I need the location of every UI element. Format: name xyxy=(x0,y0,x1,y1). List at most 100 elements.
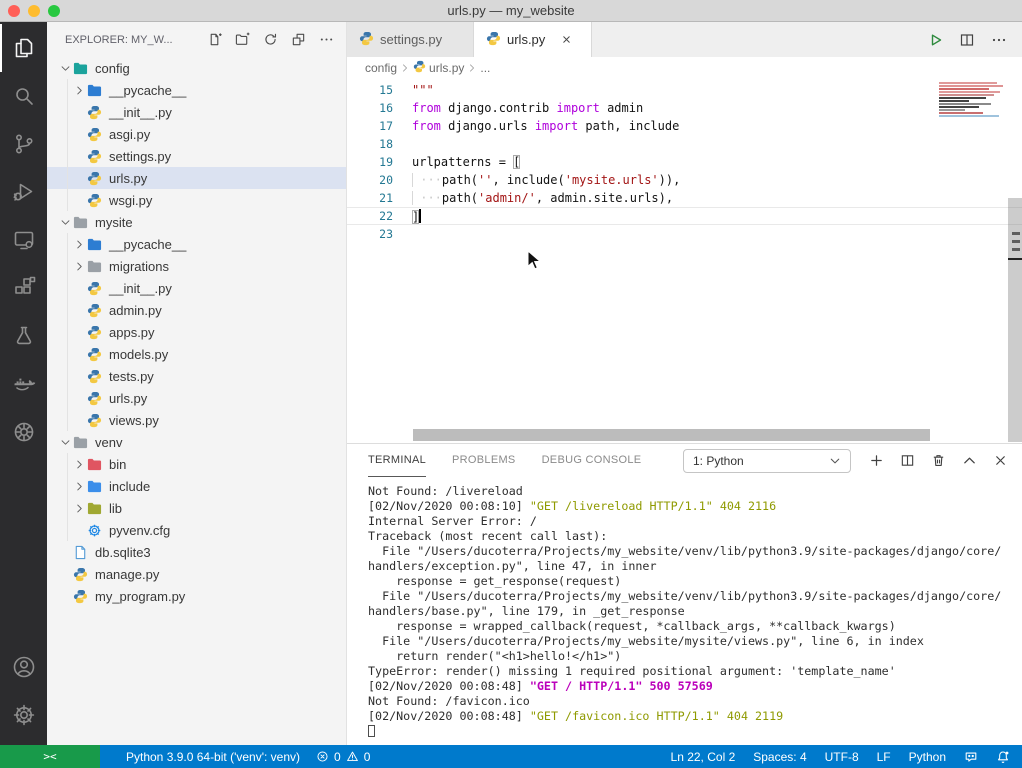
bell-icon[interactable] xyxy=(996,750,1010,764)
tree-item-lib[interactable]: lib xyxy=(47,497,346,519)
breadcrumb-item[interactable]: ... xyxy=(480,61,490,75)
refresh-icon[interactable] xyxy=(263,32,278,47)
error-icon xyxy=(316,750,329,763)
tree-item-settings.py[interactable]: settings.py xyxy=(47,145,346,167)
tree-item-__init__.py[interactable]: __init__.py xyxy=(47,277,346,299)
split-editor-icon[interactable] xyxy=(959,32,975,48)
tree-item-admin.py[interactable]: admin.py xyxy=(47,299,346,321)
code-line[interactable]: 20 ···path('', include('mysite.urls')), xyxy=(347,171,1022,189)
more-actions-icon[interactable] xyxy=(991,32,1007,48)
code-line[interactable]: 15""" xyxy=(347,81,1022,99)
new-file-icon[interactable] xyxy=(207,32,222,47)
tree-item-urls.py[interactable]: urls.py xyxy=(47,167,346,189)
tree-item-__pycache__[interactable]: __pycache__ xyxy=(47,79,346,101)
maximize-panel-icon[interactable] xyxy=(962,453,977,468)
tree-item-migrations[interactable]: migrations xyxy=(47,255,346,277)
tree-item-mysite[interactable]: mysite xyxy=(47,211,346,233)
tree-item-urls.py[interactable]: urls.py xyxy=(47,387,346,409)
activity-docker[interactable] xyxy=(0,360,47,408)
code-editor[interactable]: 15"""16from django.contrib import admin1… xyxy=(347,79,1022,443)
python-interpreter[interactable]: Python 3.9.0 64-bit ('venv': venv) xyxy=(126,750,300,764)
activity-source-control[interactable] xyxy=(0,120,47,168)
minimap[interactable] xyxy=(939,82,1005,118)
tree-item-db.sqlite3[interactable]: db.sqlite3 xyxy=(47,541,346,563)
breadcrumb-item[interactable]: config xyxy=(365,61,397,75)
split-terminal-icon[interactable] xyxy=(900,453,915,468)
terminal-output[interactable]: Not Found: /livereload[02/Nov/2020 00:08… xyxy=(347,477,1022,745)
activity-explorer[interactable] xyxy=(0,24,47,72)
terminal-shell-select[interactable]: 1: Python xyxy=(683,449,851,473)
tree-item-apps.py[interactable]: apps.py xyxy=(47,321,346,343)
code-line[interactable]: 21 ···path('admin/', admin.site.urls), xyxy=(347,189,1022,207)
tree-item-label: __init__.py xyxy=(109,105,172,120)
terminal-text: TypeError: render() missing 1 required p… xyxy=(368,664,896,678)
feedback-icon[interactable] xyxy=(964,750,978,764)
tree-item-venv[interactable]: venv xyxy=(47,431,346,453)
tree-item-tests.py[interactable]: tests.py xyxy=(47,365,346,387)
activity-gear-circle[interactable] xyxy=(0,408,47,456)
close-panel-icon[interactable] xyxy=(993,453,1008,468)
breadcrumb-item[interactable]: urls.py xyxy=(429,61,464,75)
tree-item-__pycache__[interactable]: __pycache__ xyxy=(47,233,346,255)
more-actions-icon[interactable] xyxy=(319,32,334,47)
tree-item-manage.py[interactable]: manage.py xyxy=(47,563,346,585)
minimize-window-button[interactable] xyxy=(28,5,40,17)
tree-item-config[interactable]: config xyxy=(47,57,346,79)
status-item-lf[interactable]: LF xyxy=(877,750,891,764)
status-item-utf-8[interactable]: UTF-8 xyxy=(825,750,859,764)
tree-item-my_program.py[interactable]: my_program.py xyxy=(47,585,346,607)
collapse-folders-icon[interactable] xyxy=(291,32,306,47)
tree-item-wsgi.py[interactable]: wsgi.py xyxy=(47,189,346,211)
new-folder-icon[interactable] xyxy=(235,32,250,47)
chevron-right-icon xyxy=(400,63,410,73)
chevron-right-icon xyxy=(71,481,87,492)
tree-item-__init__.py[interactable]: __init__.py xyxy=(47,101,346,123)
code-line[interactable]: 17from django.urls import path, include xyxy=(347,117,1022,135)
tree-item-label: manage.py xyxy=(95,567,159,582)
code-line[interactable]: 16from django.contrib import admin xyxy=(347,99,1022,117)
panel-tab-problems[interactable]: PROBLEMS xyxy=(452,444,516,477)
code-line[interactable]: 22] xyxy=(347,207,1022,225)
close-icon[interactable] xyxy=(561,34,572,45)
vertical-scrollbar[interactable] xyxy=(1008,198,1022,442)
kill-terminal-icon[interactable] xyxy=(931,453,946,468)
activity-manage[interactable] xyxy=(0,691,47,739)
status-item-ln-22[interactable]: Ln 22, Col 2 xyxy=(671,750,736,764)
tab-settings.py[interactable]: settings.py xyxy=(347,22,474,57)
tree-item-label: __pycache__ xyxy=(109,83,186,98)
activity-run-and-debug[interactable] xyxy=(0,168,47,216)
remote-indicator[interactable]: >< xyxy=(0,745,100,768)
token-pl: django.contrib xyxy=(441,101,557,115)
activity-testing[interactable] xyxy=(0,312,47,360)
horizontal-scrollbar[interactable] xyxy=(413,429,930,441)
tree-item-label: urls.py xyxy=(109,171,147,186)
new-terminal-icon[interactable] xyxy=(869,453,884,468)
zoom-window-button[interactable] xyxy=(48,5,60,17)
status-item-python[interactable]: Python xyxy=(909,750,946,764)
code-line[interactable]: 18 xyxy=(347,135,1022,153)
tab-urls.py[interactable]: urls.py xyxy=(474,22,592,57)
token-str: 'mysite.urls' xyxy=(565,173,659,187)
code-line[interactable]: 19urlpatterns = [ xyxy=(347,153,1022,171)
activity-accounts[interactable] xyxy=(0,643,47,691)
problems-summary[interactable]: 0 0 xyxy=(316,750,370,764)
activity-extensions[interactable] xyxy=(0,264,47,312)
tree-item-asgi.py[interactable]: asgi.py xyxy=(47,123,346,145)
tree-item-include[interactable]: include xyxy=(47,475,346,497)
code-line[interactable]: 23 xyxy=(347,225,1022,243)
activity-search[interactable] xyxy=(0,72,47,120)
panel-tab-debug-console[interactable]: DEBUG CONSOLE xyxy=(542,444,642,477)
overview-ruler-mark xyxy=(1012,232,1020,235)
tree-item-models.py[interactable]: models.py xyxy=(47,343,346,365)
remote-explorer-icon xyxy=(12,228,36,252)
terminal-panel: TERMINALPROBLEMSDEBUG CONSOLE 1: Python … xyxy=(347,443,1022,745)
status-item-spaces[interactable]: Spaces: 4 xyxy=(753,750,806,764)
panel-tab-terminal[interactable]: TERMINAL xyxy=(368,444,426,477)
run-icon[interactable] xyxy=(927,32,943,48)
tree-item-bin[interactable]: bin xyxy=(47,453,346,475)
explorer-header: EXPLORER: MY_W... xyxy=(47,22,346,57)
activity-remote-explorer[interactable] xyxy=(0,216,47,264)
tree-item-pyvenv.cfg[interactable]: pyvenv.cfg xyxy=(47,519,346,541)
close-window-button[interactable] xyxy=(8,5,20,17)
tree-item-views.py[interactable]: views.py xyxy=(47,409,346,431)
